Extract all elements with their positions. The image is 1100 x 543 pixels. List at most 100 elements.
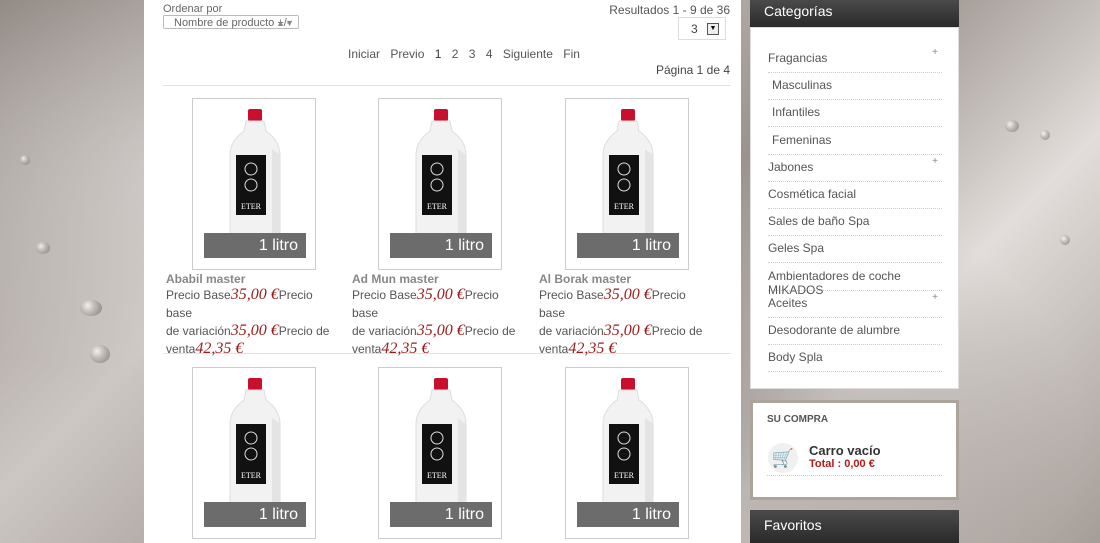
category-item[interactable]: Aceites + [768,290,942,318]
bottle-image: ETER [229,109,281,237]
dropdown-arrow-icon[interactable]: ▼ [707,23,719,35]
per-page-value: 3 [691,22,698,36]
price-sale-label: Precio de [651,324,703,338]
category-label: Femeninas [772,132,832,147]
category-item[interactable]: Infantiles [768,99,942,128]
svg-text:ETER: ETER [241,471,262,480]
product-name[interactable]: Ababil master [166,272,342,286]
svg-text:ETER: ETER [241,202,262,211]
product-image[interactable]: ETER 1 litro [565,98,689,270]
background-drop [36,242,50,254]
sort-label: Ordenar por [163,3,223,15]
bottle-image: ETER [415,378,467,506]
cart-empty-text[interactable]: Carro vacío [809,443,881,458]
expand-icon[interactable]: + [932,156,938,167]
divider [767,475,942,476]
price-sale-label-2: venta [352,342,382,356]
category-item[interactable]: Desodorante de alumbre [768,317,942,345]
product-image[interactable]: ETER 1 litro [565,367,689,539]
category-item[interactable]: Ambientadores de coche MIKADOS [768,263,942,297]
pager-first-link[interactable]: Iniciar [348,47,380,61]
price-sale-label-2: venta [166,342,196,356]
pager-last-link[interactable]: Fin [563,47,580,61]
price-base-label: Precio Base [166,288,231,302]
product-size-label: 1 litro [390,502,492,527]
category-item[interactable]: Masculinas [768,72,942,101]
product-size-label: 1 litro [577,502,679,527]
price-base-label: Precio Base [539,288,604,302]
category-item[interactable]: Sales de baño Spa [768,208,942,237]
product-name[interactable]: Ad Mun master [352,272,528,286]
product-size-label: 1 litro [204,502,306,527]
price-variation-label-2: de variación [352,324,417,338]
cart-total: Total : 0,00 € [809,458,875,470]
background-drop [20,155,30,165]
shopping-cart-icon[interactable]: 🛒 [768,443,798,473]
bottle-image: ETER [229,378,281,506]
svg-text:ETER: ETER [614,471,635,480]
expand-icon[interactable]: + [932,47,938,58]
product-prices: Precio Base35,00 €Precio base de variació… [539,286,715,358]
category-label: Jabones [768,159,814,174]
category-item[interactable]: Cosmética facial [768,181,942,209]
bottle-image: ETER [602,109,654,237]
pager-page-3[interactable]: 3 [469,47,476,61]
category-item[interactable]: Jabones + [768,154,942,182]
pager-page-2[interactable]: 2 [452,47,459,61]
category-label: Geles Spa [768,241,825,256]
price-variation-value: 35,00 € [416,322,465,339]
price-base-label: Precio Base [352,288,417,302]
results-count: Resultados 1 - 9 de 36 [609,3,730,17]
category-label: Aceites [768,295,808,310]
categories-header: Categorías [750,0,959,27]
price-sale-label-2: venta [539,342,569,356]
price-base-value: 35,00 € [416,286,465,303]
price-sale-label: Precio de [464,324,516,338]
product-prices: Precio Base35,00 €Precio base de variació… [352,286,528,358]
background-drop [80,300,102,316]
categories-list: Fragancias + Masculinas Infantiles Femeninas… [750,27,959,389]
price-sale-value: 42,35 € [381,340,430,357]
pager-page-4[interactable]: 4 [486,47,493,61]
background-drop [90,345,110,363]
product-image[interactable]: ETER 1 litro [378,98,502,270]
pager-next-link[interactable]: Siguiente [503,47,553,61]
price-variation-value: 35,00 € [230,322,279,339]
favorites-header: Favoritos [750,510,959,543]
category-item[interactable]: Geles Spa [768,235,942,264]
product-prices: Precio Base35,00 €Precio base de variació… [166,286,342,358]
price-sale-value: 42,35 € [195,340,244,357]
category-label: Body Spla [768,350,823,365]
category-label: Infantiles [772,105,821,120]
sort-arrows-icon: ▲▼ [276,18,294,28]
category-item[interactable]: Femeninas [768,127,942,155]
sort-select[interactable]: Nombre de producto +/- ▲▼ [163,15,299,29]
background-drop [1060,235,1070,245]
price-variation-label-2: de variación [166,324,231,338]
background-drop [1005,120,1019,132]
svg-text:ETER: ETER [427,202,448,211]
cart-title: SU COMPRA [767,414,829,425]
product-name[interactable]: Al Borak master [539,272,715,286]
pager-prev-link[interactable]: Previo [390,47,424,61]
category-item[interactable]: Fragancias + [768,45,942,73]
pager-page-1[interactable]: 1 [435,47,442,61]
product-image[interactable]: ETER 1 litro [192,367,316,539]
price-variation-value: 35,00 € [603,322,652,339]
product-image[interactable]: ETER 1 litro [378,367,502,539]
pagination: Iniciar Previo 1 2 3 4 Siguiente Fin [348,47,587,61]
product-size-label: 1 litro [390,233,492,258]
product-size-label: 1 litro [204,233,306,258]
svg-text:ETER: ETER [614,202,635,211]
bottle-image: ETER [602,378,654,506]
category-label: Sales de baño Spa [768,214,870,229]
category-label: Desodorante de alumbre [768,323,901,337]
product-size-label: 1 litro [577,233,679,258]
category-label: Fragancias [768,51,828,65]
product-image[interactable]: ETER 1 litro [192,98,316,270]
expand-icon[interactable]: + [932,292,938,303]
bottle-image: ETER [415,109,467,237]
price-variation-label-2: de variación [539,324,604,338]
per-page-select[interactable]: 3 ▼ [678,17,726,40]
category-item[interactable]: Body Spla [768,344,942,373]
